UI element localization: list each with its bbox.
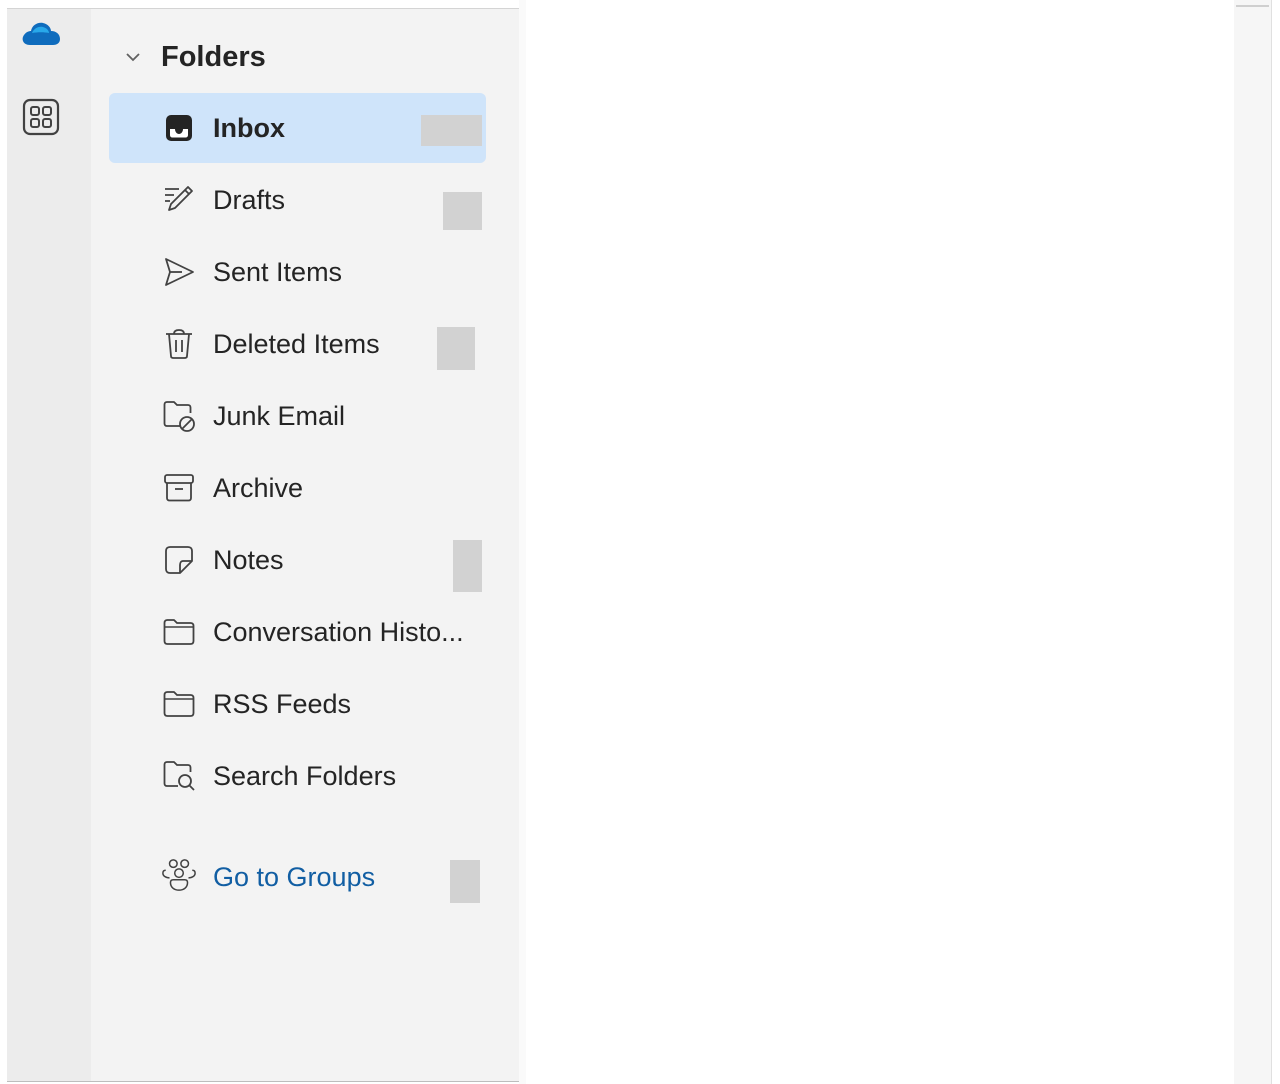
folder-item-drafts[interactable]: Drafts bbox=[109, 165, 486, 235]
folder-item-archive[interactable]: Archive bbox=[109, 453, 486, 523]
folder-icon bbox=[161, 686, 197, 722]
note-icon bbox=[161, 542, 197, 578]
window-right-edge bbox=[1271, 0, 1280, 1084]
folder-pane: Folders Inbox Drafts Sent Items Deleted … bbox=[91, 9, 519, 1081]
folder-item-inbox[interactable]: Inbox bbox=[109, 93, 486, 163]
right-scroll-strip[interactable] bbox=[1234, 0, 1271, 1084]
apps-button[interactable] bbox=[17, 95, 65, 143]
junk-folder-icon bbox=[161, 398, 197, 434]
drafts-pencil-icon bbox=[161, 182, 197, 218]
count-badge bbox=[453, 540, 482, 592]
go-to-groups-label: Go to Groups bbox=[213, 862, 376, 892]
folder-label: Search Folders bbox=[213, 761, 397, 791]
apps-grid-icon bbox=[22, 98, 60, 141]
onedrive-button[interactable] bbox=[17, 12, 65, 60]
archive-icon bbox=[161, 470, 197, 506]
pane-divider[interactable] bbox=[519, 0, 526, 1084]
people-group-icon bbox=[161, 857, 197, 893]
search-folder-icon bbox=[161, 758, 197, 794]
folder-label: Conversation Histo... bbox=[213, 617, 464, 647]
trash-icon bbox=[161, 326, 197, 362]
folder-item-sent-items[interactable]: Sent Items bbox=[109, 237, 486, 307]
folder-label: Junk Email bbox=[213, 401, 346, 431]
folder-label: Sent Items bbox=[213, 257, 343, 287]
folders-section-header[interactable]: Folders bbox=[111, 29, 491, 85]
scroll-indicator bbox=[1236, 5, 1269, 7]
folder-label: Notes bbox=[213, 545, 284, 575]
folder-label: Archive bbox=[213, 473, 304, 503]
folders-title: Folders bbox=[161, 40, 266, 73]
chevron-down-icon bbox=[119, 43, 147, 71]
unread-count-badge bbox=[421, 115, 482, 146]
folder-item-notes[interactable]: Notes bbox=[109, 525, 486, 595]
folder-item-junk-email[interactable]: Junk Email bbox=[109, 381, 486, 451]
inbox-icon bbox=[161, 110, 197, 146]
app-rail bbox=[7, 9, 91, 1081]
send-icon bbox=[161, 254, 197, 290]
folder-item-rss-feeds[interactable]: RSS Feeds bbox=[109, 669, 486, 739]
onedrive-cloud-icon bbox=[20, 19, 62, 54]
folder-icon bbox=[161, 614, 197, 650]
count-badge bbox=[450, 860, 480, 903]
bottom-border bbox=[7, 1081, 519, 1082]
folder-item-deleted-items[interactable]: Deleted Items bbox=[109, 309, 486, 379]
count-badge bbox=[443, 192, 482, 230]
reading-pane bbox=[526, 0, 1234, 1084]
folder-label: Drafts bbox=[213, 185, 286, 215]
folder-item-search-folders[interactable]: Search Folders bbox=[109, 741, 486, 811]
folder-label: Inbox bbox=[213, 113, 285, 143]
go-to-groups-link[interactable]: Go to Groups bbox=[109, 842, 486, 912]
window-edge bbox=[0, 0, 7, 1084]
folder-label: RSS Feeds bbox=[213, 689, 352, 719]
folder-item-conversation-history[interactable]: Conversation Histo... bbox=[109, 597, 486, 667]
count-badge bbox=[437, 327, 475, 370]
folder-label: Deleted Items bbox=[213, 329, 380, 359]
